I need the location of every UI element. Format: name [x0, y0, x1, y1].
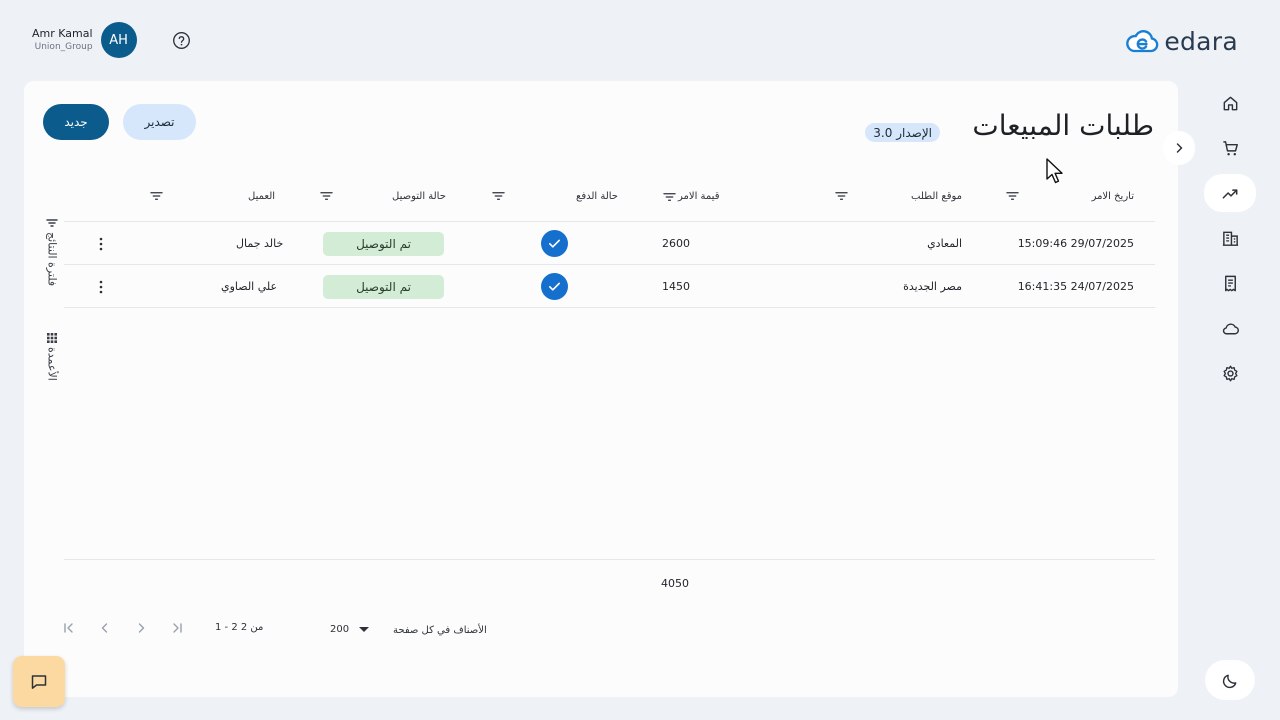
moon-icon	[1222, 674, 1236, 688]
user-name: Amr Kamal	[32, 27, 93, 40]
nav-home[interactable]	[1204, 84, 1256, 122]
delivery-status-badge: تم التوصيل	[323, 274, 444, 299]
cell-order-value: 2600	[662, 237, 690, 250]
logo-text: edara	[1164, 27, 1238, 56]
collapse-sidebar-button[interactable]	[1163, 131, 1195, 165]
chevron-right-icon	[138, 623, 145, 633]
row-menu-button[interactable]	[99, 222, 103, 265]
cell-delivery-status: تم التوصيل	[323, 265, 444, 308]
page-size-select[interactable]: 200	[330, 624, 370, 635]
delivery-status-filter-icon[interactable]	[320, 191, 333, 201]
nav-sales-orders[interactable]	[1204, 174, 1256, 212]
nav-companies[interactable]	[1204, 219, 1256, 257]
col-order-location-label: موقع الطلب	[911, 191, 962, 202]
order-location-filter-icon[interactable]	[835, 191, 848, 201]
nav-sales-cart[interactable]	[1204, 129, 1256, 167]
page-size-value: 200	[330, 624, 350, 635]
paid-check-icon	[541, 230, 568, 257]
order-date-filter-icon[interactable]	[1006, 191, 1019, 201]
cell-order-date: 15:09:46 29/07/2025	[1017, 237, 1134, 250]
cell-delivery-status: تم التوصيل	[323, 222, 444, 265]
grid-icon	[47, 333, 57, 343]
cell-payment-status	[541, 265, 568, 308]
page-size-label: الأصناف في كل صفحة	[393, 625, 487, 636]
cell-payment-status	[541, 222, 568, 265]
theme-toggle-button[interactable]	[1205, 660, 1255, 700]
col-order-value[interactable]: قيمة الامر	[663, 191, 719, 202]
prev-page-button[interactable]	[96, 619, 114, 637]
col-order-value-label: قيمة الامر	[678, 191, 720, 202]
help-icon[interactable]	[172, 31, 191, 50]
col-delivery-status[interactable]: حالة التوصيل	[392, 191, 446, 202]
chat-icon	[31, 674, 47, 689]
nav-cloud[interactable]	[1204, 309, 1256, 347]
first-page-icon	[64, 623, 73, 633]
nav-settings[interactable]	[1204, 354, 1256, 392]
col-order-date[interactable]: تاريخ الامر	[1092, 191, 1134, 202]
filter-icon	[46, 219, 58, 227]
col-order-date-label: تاريخ الامر	[1091, 191, 1134, 202]
user-text: Amr Kamal Union_Group	[32, 26, 93, 54]
page-title: طلبات المبيعات	[972, 109, 1154, 142]
table-row[interactable]: 16:41:35 24/07/2025 مصر الجديدة 1450 تم …	[64, 265, 1155, 308]
building-icon	[1222, 231, 1238, 246]
receipt-icon	[1224, 275, 1236, 291]
col-delivery-status-label: حالة التوصيل	[392, 191, 446, 202]
chevron-left-icon	[101, 623, 108, 633]
customer-filter-icon[interactable]	[150, 191, 163, 201]
cell-order-value: 1450	[662, 280, 690, 293]
paid-check-icon	[541, 273, 568, 300]
cell-order-location: مصر الجديدة	[903, 280, 962, 293]
order-value-total: 4050	[661, 577, 689, 590]
mouse-cursor-icon	[1046, 158, 1063, 184]
col-payment-status[interactable]: حالة الدفع	[576, 191, 618, 202]
cell-order-location: المعادي	[927, 237, 962, 250]
payment-status-filter-icon[interactable]	[492, 191, 505, 201]
version-badge: الإصدار 3.0	[865, 123, 940, 142]
col-customer[interactable]: العميل	[248, 191, 275, 202]
next-page-button[interactable]	[132, 619, 150, 637]
user-block[interactable]: Amr Kamal Union_Group AH	[32, 22, 137, 58]
more-vertical-icon	[99, 237, 103, 250]
cell-order-date: 16:41:35 24/07/2025	[1017, 280, 1134, 293]
table-header: تاريخ الامر موقع الطلب قيمة الامر حالة ا…	[64, 181, 1155, 222]
cloud-icon	[1222, 323, 1239, 334]
table-row[interactable]: 15:09:46 29/07/2025 المعادي 2600 تم التو…	[64, 222, 1155, 265]
gear-icon	[1222, 365, 1238, 381]
first-page-button[interactable]	[60, 619, 78, 637]
nav-invoices[interactable]	[1204, 264, 1256, 302]
order-value-filter-icon[interactable]	[663, 192, 676, 202]
main-card: طلبات المبيعات الإصدار 3.0 جديد تصدير فل…	[24, 81, 1178, 697]
table-footer-divider	[64, 559, 1155, 560]
cart-icon	[1222, 140, 1238, 155]
last-page-icon	[173, 623, 182, 633]
home-icon	[1223, 96, 1237, 110]
cell-customer: خالد جمال	[236, 237, 284, 250]
new-button[interactable]: جديد	[43, 104, 109, 140]
page-range-text: 1 - 2 من 2	[215, 622, 264, 633]
chat-button[interactable]	[13, 656, 65, 707]
col-payment-status-label: حالة الدفع	[576, 191, 618, 202]
cell-customer: علي الصاوي	[221, 280, 278, 293]
dropdown-caret-icon	[359, 627, 370, 632]
delivery-status-badge: تم التوصيل	[323, 231, 444, 256]
chevron-right-icon	[1176, 143, 1183, 153]
filter-results-tool[interactable]: فلترة النتائج	[38, 216, 66, 286]
export-button[interactable]: تصدير	[123, 104, 196, 140]
columns-tool[interactable]: الأعمدة	[38, 331, 66, 381]
sales-orders-table: تاريخ الامر موقع الطلب قيمة الامر حالة ا…	[64, 181, 1155, 308]
trending-up-icon	[1222, 188, 1237, 199]
row-menu-button[interactable]	[99, 265, 103, 308]
cloud-logo-icon	[1126, 29, 1159, 52]
col-order-location[interactable]: موقع الطلب	[911, 191, 962, 202]
columns-label: الأعمدة	[45, 347, 59, 381]
avatar[interactable]: AH	[100, 22, 137, 58]
user-org: Union_Group	[34, 42, 93, 52]
more-vertical-icon	[99, 280, 103, 293]
side-nav	[1204, 84, 1256, 399]
logo: edara	[1124, 27, 1238, 56]
filter-results-label: فلترة النتائج	[45, 232, 59, 287]
col-customer-label: العميل	[248, 191, 276, 202]
last-page-button[interactable]	[168, 619, 186, 637]
